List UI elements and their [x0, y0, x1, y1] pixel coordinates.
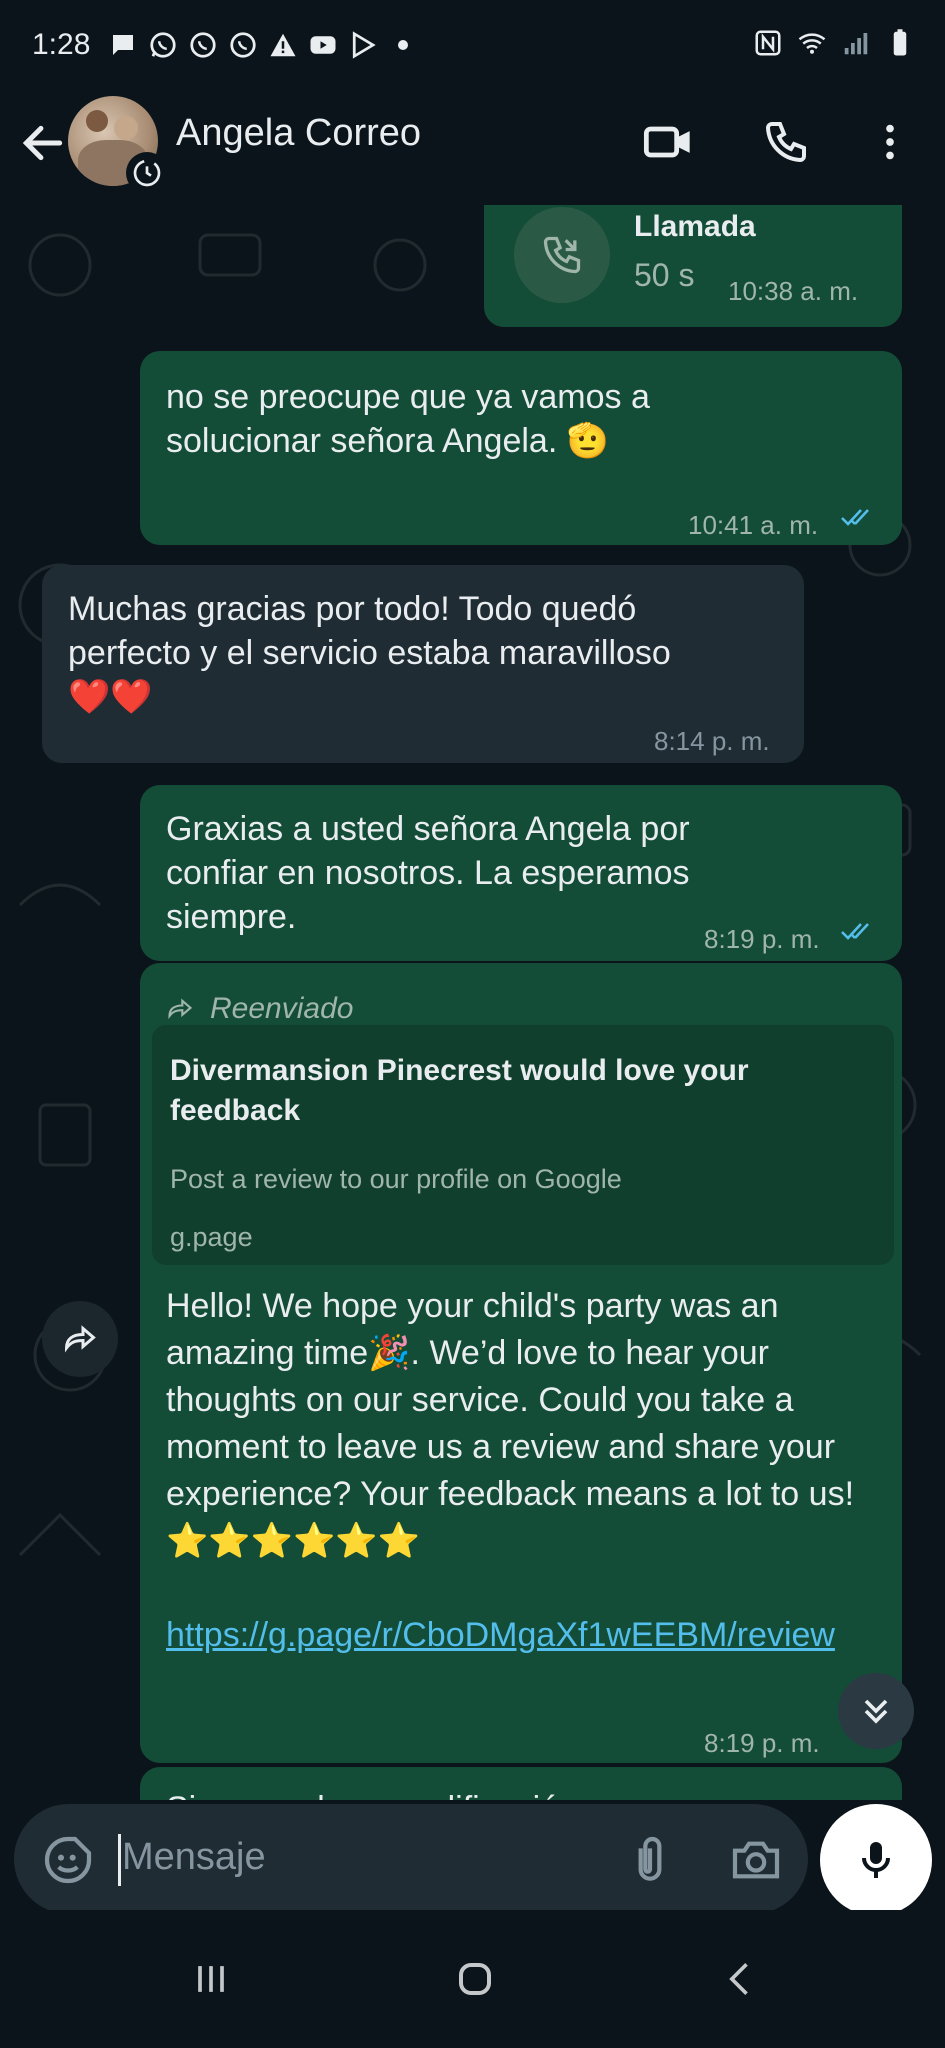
status-time: 1:28	[32, 28, 91, 61]
chat-header: Angela Correo	[0, 90, 945, 205]
message-text: no se preocupe que ya vamos a solucionar…	[166, 378, 650, 460]
message-time: 8:19 p. m.	[704, 924, 820, 954]
microphone-button[interactable]	[820, 1804, 932, 1916]
call-duration: 50 s	[634, 257, 695, 293]
play-store-icon	[348, 30, 378, 60]
forwarded-message[interactable]: Reenviado Divermansion Pinecrest would l…	[140, 963, 902, 1763]
whatsapp-icon	[188, 30, 218, 60]
call-title: Llamada	[634, 210, 756, 243]
read-ticks-icon	[841, 509, 869, 526]
forward-message-button[interactable]	[42, 1301, 118, 1377]
back-arrow-icon[interactable]	[18, 118, 68, 168]
double-chevron-down-icon	[864, 1699, 888, 1724]
more-options-icon[interactable]	[860, 112, 920, 172]
party-emoji: 🎉	[368, 1334, 411, 1372]
message-text: Hello! We hope your child's party was an…	[166, 1287, 855, 1654]
incoming-message[interactable]: Muchas gracias por todo! Todo quedó perf…	[42, 565, 804, 763]
link-preview-description: Post a review to our profile on Google	[170, 1164, 622, 1194]
system-nav-bar	[0, 1910, 945, 2048]
home-icon[interactable]	[440, 1946, 510, 2012]
message-time: 8:14 p. m.	[654, 726, 770, 756]
message-text: Graxias a usted señora Angela por confia…	[166, 810, 690, 936]
forward-icon	[64, 1325, 96, 1353]
message-placeholder: Mensaje	[122, 1836, 266, 1878]
outgoing-message[interactable]: Si sus pedazo modificación	[140, 1767, 902, 1800]
salute-emoji: 🫡	[566, 422, 610, 460]
notification-icons	[108, 30, 418, 60]
link-preview-title: Divermansion Pinecrest would love your f…	[170, 1054, 749, 1127]
message-input[interactable]: Mensaje	[14, 1804, 808, 1914]
wifi-icon	[797, 28, 827, 58]
message-time: 10:41 a. m.	[688, 510, 819, 540]
stars-emoji: ⭐⭐⭐⭐⭐⭐	[166, 1522, 421, 1560]
video-call-icon[interactable]	[638, 112, 698, 172]
recent-apps-icon[interactable]	[176, 1946, 246, 2012]
attach-icon[interactable]	[622, 1832, 678, 1888]
dot-icon	[388, 30, 418, 60]
alert-icon	[268, 30, 298, 60]
battery-icon	[885, 28, 915, 58]
call-message[interactable]: Llamada 50 s 10:38 a. m.	[484, 205, 902, 327]
message-time: 8:19 p. m.	[704, 1728, 820, 1758]
link-preview[interactable]: Divermansion Pinecrest would love your f…	[152, 1025, 894, 1265]
text-cursor	[118, 1834, 121, 1886]
message-text: Si sus pedazo modificación	[166, 1787, 578, 1800]
system-status-icons	[753, 28, 915, 58]
outgoing-message[interactable]: Graxias a usted señora Angela por confia…	[140, 785, 902, 961]
whatsapp-icon	[228, 30, 258, 60]
scroll-to-bottom-button[interactable]	[838, 1673, 914, 1749]
back-icon[interactable]	[706, 1946, 776, 2012]
message-text: Muchas gracias por todo! Todo quedó perf…	[68, 587, 671, 719]
call-icon	[514, 207, 610, 303]
chat-area[interactable]: Llamada 50 s 10:38 a. m. no se preocupe …	[0, 205, 945, 1800]
youtube-icon	[308, 30, 338, 60]
status-bar: 1:28	[0, 0, 945, 90]
contact-name[interactable]: Angela Correo	[176, 112, 421, 155]
review-link[interactable]: https://g.page/r/CboDMgaXf1wEEBM/review	[166, 1616, 835, 1654]
signal-icon	[841, 28, 871, 58]
nfc-icon	[753, 28, 783, 58]
link-preview-domain: g.page	[170, 1222, 253, 1252]
chat-bubble-icon	[108, 30, 138, 60]
forward-icon	[168, 998, 193, 1020]
whatsapp-icon	[148, 30, 178, 60]
camera-icon[interactable]	[728, 1832, 788, 1888]
outgoing-message[interactable]: no se preocupe que ya vamos a solucionar…	[140, 351, 902, 545]
emoji-icon[interactable]	[40, 1832, 96, 1888]
voice-call-icon[interactable]	[756, 112, 816, 172]
message-time: 10:38 a. m.	[728, 276, 859, 306]
hearts-emoji: ❤️❤️	[68, 678, 153, 716]
read-ticks-icon	[841, 923, 869, 940]
microphone-icon	[862, 1842, 890, 1878]
disappearing-messages-icon	[126, 152, 168, 194]
message-composer: Mensaje	[0, 1800, 945, 1916]
